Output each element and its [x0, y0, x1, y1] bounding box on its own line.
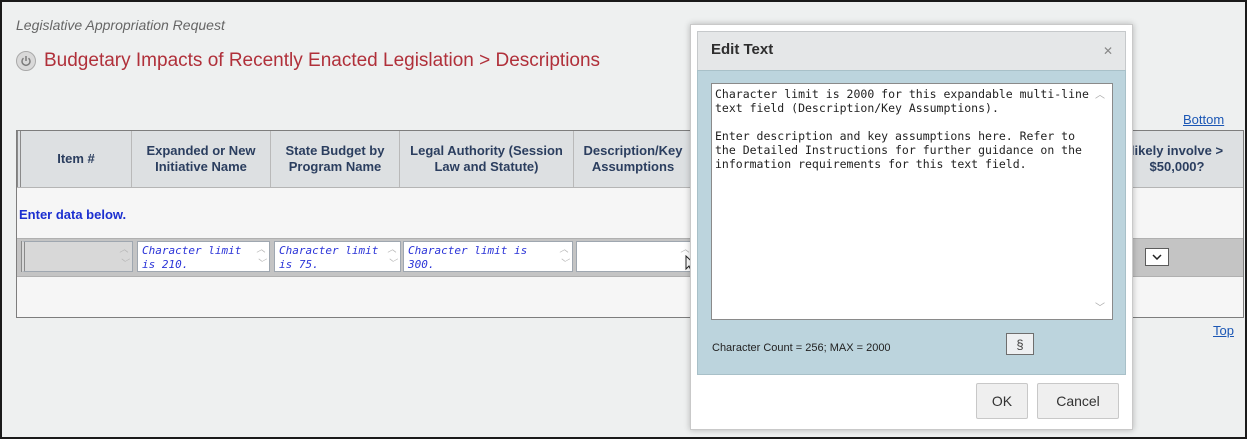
enter-data-label: Enter data below. — [19, 207, 127, 222]
description-field[interactable]: ︿ — [576, 241, 694, 272]
close-icon[interactable]: ✕ — [1100, 43, 1116, 59]
column-header-program-name: State Budget by Program Name — [271, 131, 400, 187]
scroll-arrows-icon[interactable]: ︿ ﹀ — [558, 243, 570, 271]
column-header-initiative-name: Expanded or New Initiative Name — [132, 131, 271, 187]
program-name-field[interactable]: Character limit is 75. ︿ ﹀ — [274, 241, 401, 272]
page-title: Budgetary Impacts of Recently Enacted Le… — [44, 50, 601, 71]
character-count: Character Count = 256; MAX = 2000 — [712, 342, 891, 354]
scroll-arrows-icon[interactable]: ︿ ﹀ — [255, 243, 267, 271]
scroll-down-icon[interactable]: ﹀ — [1095, 299, 1105, 314]
involve-amount-select[interactable] — [1145, 248, 1169, 266]
scroll-arrows-icon[interactable]: ︿ ﹀ — [386, 243, 398, 271]
column-header-description: Description/Key Assumptions — [583, 143, 683, 174]
dialog-title: Edit Text — [711, 41, 774, 58]
edit-text-dialog: Edit Text ✕ Character limit is 2000 for … — [690, 24, 1133, 430]
app-subtitle: Legislative Appropriation Request — [16, 17, 225, 33]
title-row: Budgetary Impacts of Recently Enacted Le… — [16, 50, 600, 72]
scroll-up-icon[interactable]: ︿ — [1095, 86, 1105, 101]
bottom-link[interactable]: Bottom — [1183, 112, 1224, 127]
ok-button[interactable]: OK — [976, 383, 1028, 419]
description-textarea[interactable]: Character limit is 2000 for this expanda… — [711, 83, 1113, 320]
power-icon[interactable] — [16, 51, 36, 71]
scroll-arrows-icon[interactable]: ︿ ﹀ — [118, 243, 130, 271]
item-number-field[interactable]: ︿ ﹀ — [21, 241, 133, 272]
initiative-name-field[interactable]: Character limit is 210. ︿ ﹀ — [137, 241, 270, 272]
app-window: Legislative Appropriation Request Budget… — [0, 0, 1247, 439]
dialog-body: Character limit is 2000 for this expanda… — [697, 70, 1126, 375]
column-header-item: Item # — [17, 131, 132, 187]
column-header-legal-authority: Legal Authority (Session Law and Statute… — [400, 131, 574, 187]
top-link[interactable]: Top — [1213, 323, 1234, 338]
chevron-down-icon — [1152, 252, 1162, 262]
section-symbol-button[interactable]: § — [1006, 333, 1034, 355]
dialog-header: Edit Text ✕ — [697, 31, 1126, 71]
cancel-button[interactable]: Cancel — [1037, 383, 1119, 419]
legal-authority-field[interactable]: Character limit is 300. ︿ ﹀ — [403, 241, 573, 272]
